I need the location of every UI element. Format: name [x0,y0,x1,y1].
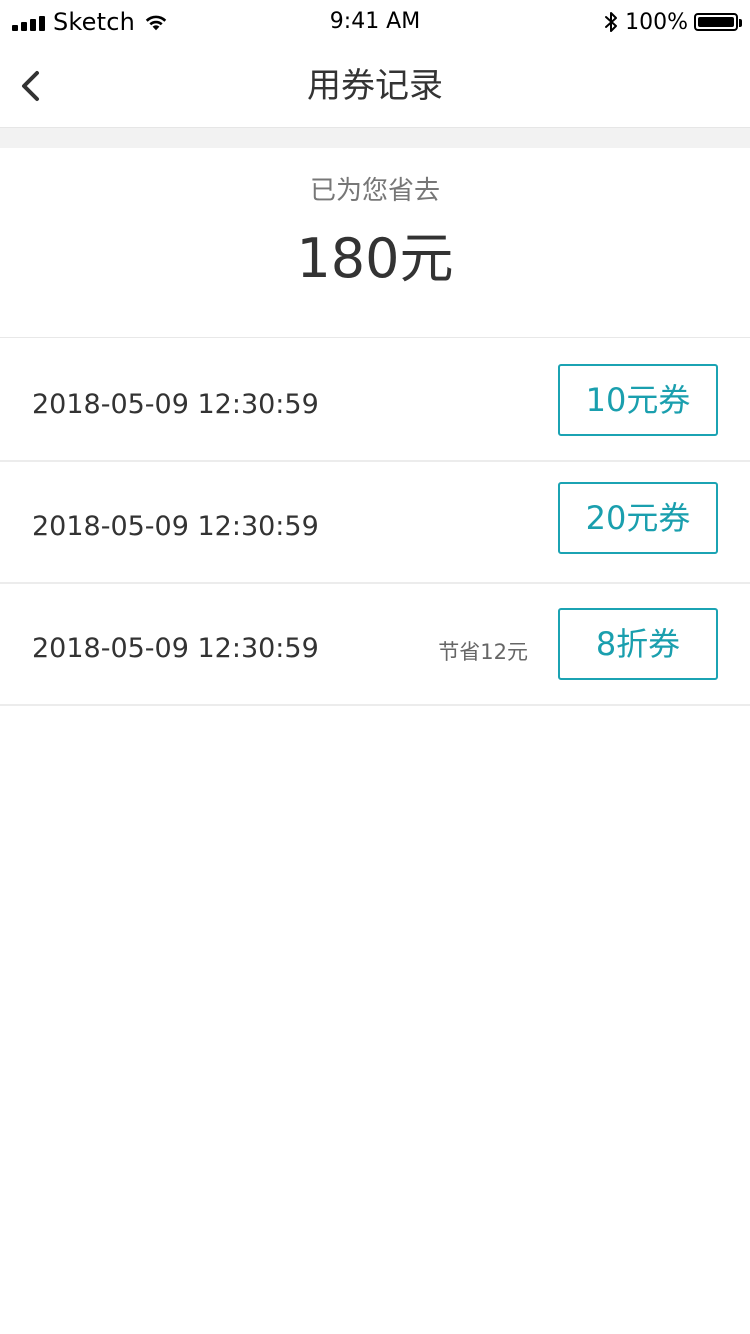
status-bar: Sketch 9:41 AM 100% [0,0,750,44]
coupon-tag[interactable]: 20元券 [558,482,718,554]
record-datetime: 2018-05-09 12:30:59 [32,511,319,542]
bluetooth-icon [603,10,619,34]
section-separator [0,128,750,148]
coupon-tag[interactable]: 10元券 [558,364,718,436]
record-datetime: 2018-05-09 12:30:59 [32,389,319,420]
savings-amount: 180元 [296,227,454,290]
record-saving: 节省12元 [438,640,528,664]
list-item: 2018-05-09 12:30:59 节省12元 8折券 [0,584,750,706]
list-item: 2018-05-09 12:30:59 10元券 [0,340,750,462]
nav-bar: 用券记录 [0,44,750,128]
battery-full-icon [694,13,742,31]
page-title: 用券记录 [307,66,443,106]
savings-label: 已为您省去 [309,176,440,206]
status-right: 100% [603,8,742,36]
savings-summary: 已为您省去 180元 [0,148,750,338]
record-datetime: 2018-05-09 12:30:59 [32,633,319,664]
coupon-record-list: 2018-05-09 12:30:59 10元券 2018-05-09 12:3… [0,340,750,706]
list-item: 2018-05-09 12:30:59 20元券 [0,462,750,584]
coupon-tag[interactable]: 8折券 [558,608,718,680]
battery-percent: 100% [625,9,688,35]
